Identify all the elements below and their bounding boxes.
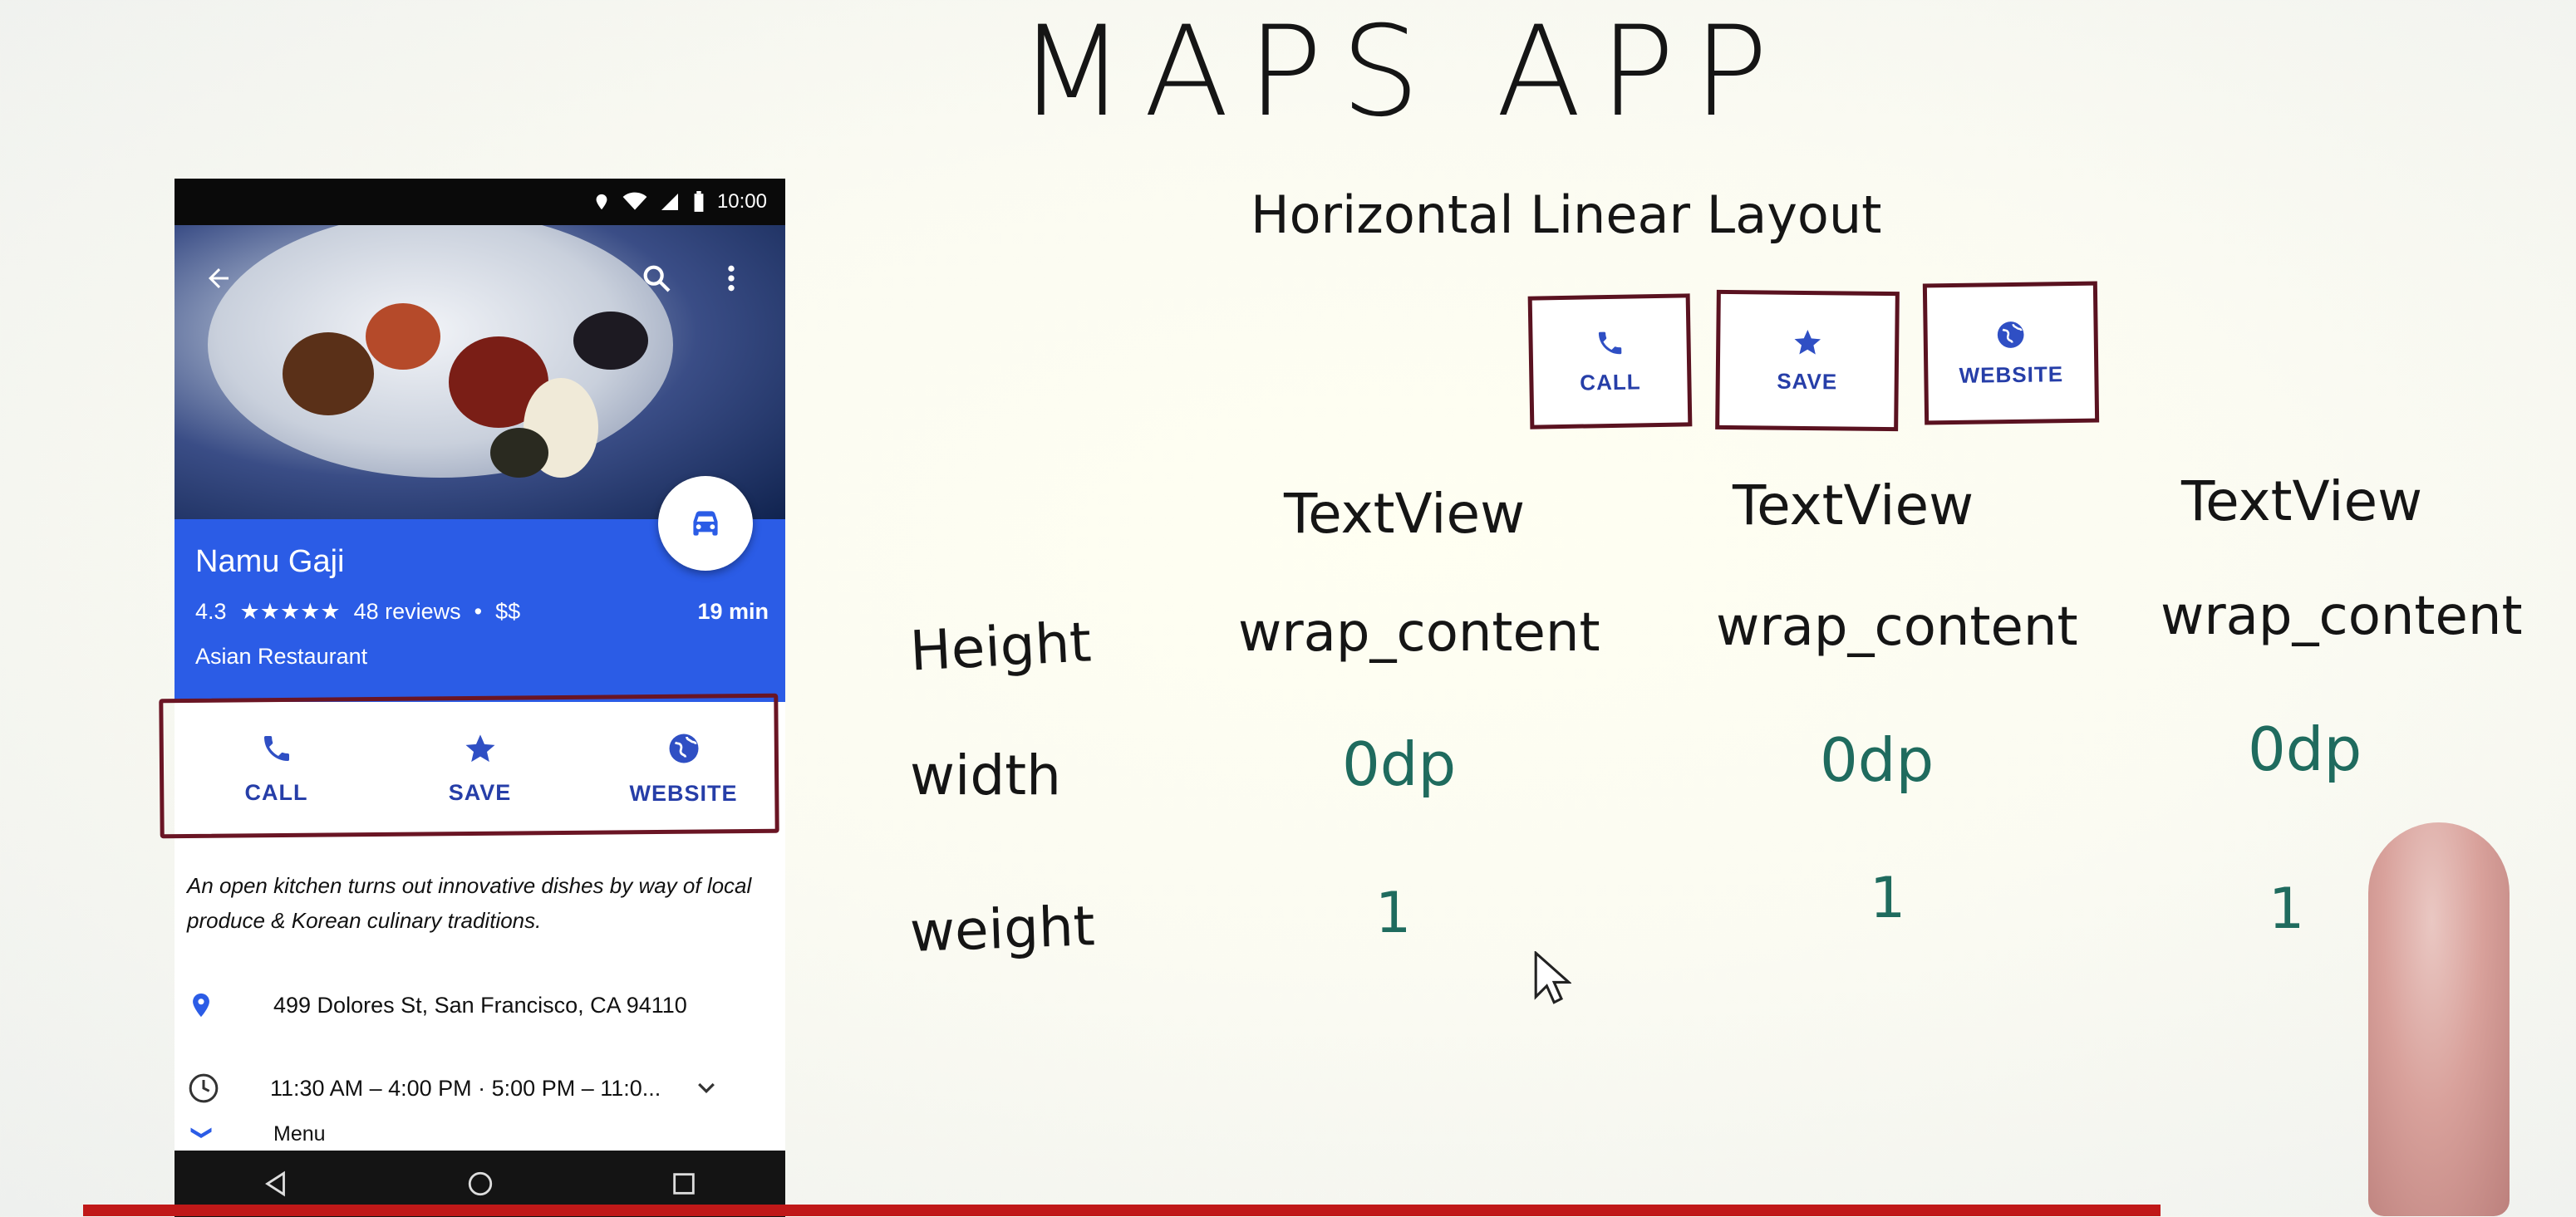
place-category: Asian Restaurant (195, 644, 368, 669)
column-2-weight: 1 (1870, 866, 1906, 931)
action-row-highlight (159, 693, 779, 839)
rating-value: 4.3 (195, 599, 227, 624)
chevron-down-icon[interactable] (694, 1076, 719, 1101)
rating-stars: ★★★★★ (239, 599, 341, 624)
address-row[interactable]: 499 Dolores St, San Francisco, CA 94110 (187, 984, 769, 1026)
place-name: Namu Gaji (195, 544, 345, 579)
column-2-height: wrap_content (1716, 596, 2078, 658)
menu-row[interactable]: Menu (187, 1117, 769, 1151)
wifi-icon (622, 192, 647, 210)
column-3-weight: 1 (2269, 876, 2305, 942)
signal-icon (661, 194, 678, 210)
column-3-view: TextView (2181, 469, 2423, 533)
battery-icon (694, 191, 704, 212)
board-subtitle: Horizontal Linear Layout (1251, 184, 1882, 245)
column-3-width: 0dp (2248, 714, 2362, 784)
price-level: $$ (495, 599, 521, 624)
clock-icon (189, 1073, 219, 1103)
place-description: An open kitchen turns out innovative dis… (187, 873, 752, 933)
column-2-width: 0dp (1820, 725, 1934, 795)
search-icon[interactable] (640, 262, 673, 295)
review-count[interactable]: 48 reviews (354, 599, 461, 625)
status-bar: 10:00 (175, 179, 785, 225)
column-1-weight: 1 (1375, 881, 1412, 946)
nav-back-icon[interactable] (263, 1170, 291, 1198)
board-call-label: CALL (1579, 368, 1641, 395)
board-title: MAPS APP (1018, 0, 1787, 145)
drive-time: 19 min (697, 599, 769, 624)
row-label-width: width (910, 743, 1061, 807)
board-website-box: WEBSITE (1922, 281, 2100, 425)
menu-text: Menu (273, 1121, 326, 1146)
menu-book-icon (190, 1127, 212, 1138)
board-save-label: SAVE (1777, 368, 1838, 394)
column-1-width: 0dp (1342, 729, 1457, 799)
location-pin-icon (596, 194, 607, 210)
separator-dot: • (474, 599, 483, 624)
board-call-box: CALL (1527, 293, 1693, 429)
column-3-height: wrap_content (2161, 586, 2523, 647)
column-1-view: TextView (1284, 482, 1526, 546)
restaurant-photo (175, 179, 785, 519)
phone-icon (1598, 331, 1621, 354)
finger (2368, 822, 2510, 1216)
row-label-weight: weight (908, 894, 1096, 964)
rating-row: 4.3 ★★★★★ 48 reviews • $$ 19 min (195, 599, 769, 625)
column-2-view: TextView (1733, 474, 1974, 537)
directions-fab[interactable] (658, 476, 753, 571)
nav-recents-icon[interactable] (670, 1170, 698, 1198)
hours-row[interactable]: 11:30 AM – 4:00 PM · 5:00 PM – 11:0... (187, 1067, 769, 1109)
more-vert-icon[interactable] (723, 262, 740, 295)
bottom-red-line (83, 1205, 2161, 1216)
mouse-cursor-icon (1534, 951, 1571, 1004)
board-website-label: WEBSITE (1959, 361, 2064, 388)
star-icon (1794, 329, 1821, 355)
globe-icon (1997, 321, 2024, 348)
address-text: 499 Dolores St, San Francisco, CA 94110 (273, 992, 687, 1018)
hours-text: 11:30 AM – 4:00 PM · 5:00 PM – 11:0... (270, 1075, 661, 1101)
back-arrow-icon[interactable] (204, 263, 234, 293)
column-1-height: wrap_content (1238, 602, 1600, 664)
location-pin-icon (193, 993, 209, 1018)
status-time: 10:00 (716, 190, 767, 213)
row-label-height: Height (908, 610, 1094, 684)
car-icon (693, 511, 718, 536)
board-save-box: SAVE (1715, 289, 1900, 432)
nav-home-icon[interactable] (466, 1170, 494, 1198)
